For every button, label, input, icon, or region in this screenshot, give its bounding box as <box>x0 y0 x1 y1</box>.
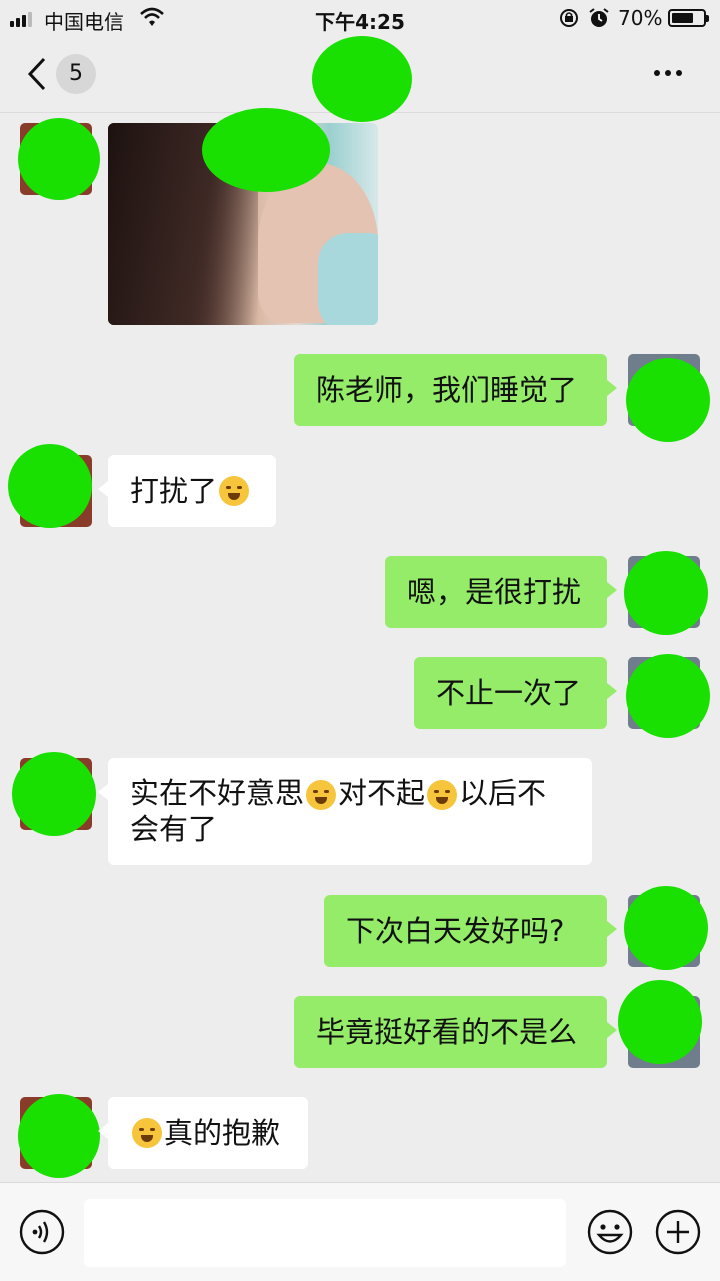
battery-percent: 70% <box>618 6 663 30</box>
message-input[interactable] <box>84 1199 566 1267</box>
voice-icon[interactable] <box>18 1208 66 1256</box>
message-bubble-outgoing[interactable]: 下次白天发好吗? <box>324 895 617 967</box>
chevron-left-icon[interactable] <box>26 56 48 92</box>
emoji-icon[interactable] <box>586 1208 634 1256</box>
battery-icon <box>668 9 709 27</box>
more-dots-icon[interactable] <box>654 70 682 76</box>
message-text: 嗯，是很打扰 <box>407 575 582 609</box>
unread-count-badge[interactable]: 5 <box>56 54 96 94</box>
input-bar <box>0 1182 720 1281</box>
avatar-redaction <box>626 358 710 442</box>
face-with-tears-of-joy-icon <box>219 476 250 506</box>
message-text: 陈老师，我们睡觉了 <box>316 373 578 407</box>
avatar-redaction <box>18 1094 100 1178</box>
status-bar: 中国电信 下午4:25 70% <box>0 0 720 36</box>
message-text: 下次白天发好吗? <box>346 914 565 948</box>
message-text: 毕竟挺好看的不是么 <box>316 1015 578 1049</box>
avatar-redaction <box>618 980 702 1064</box>
anxious-face-icon <box>306 780 337 810</box>
chat-title-redaction <box>312 36 412 122</box>
message-bubble-incoming[interactable]: 真的抱歉 <box>98 1097 308 1169</box>
battery-fill <box>672 13 693 23</box>
plus-icon[interactable] <box>654 1208 702 1256</box>
message-bubble-incoming[interactable]: 实在不好意思 对不起 以后不会有了 <box>98 758 592 865</box>
avatar-redaction <box>8 444 92 528</box>
avatar-redaction <box>626 654 710 738</box>
avatar-redaction <box>12 752 96 836</box>
message-bubble-outgoing[interactable]: 陈老师，我们睡觉了 <box>294 354 617 426</box>
message-text: 实在不好意思 <box>130 776 305 810</box>
message-bubble-outgoing[interactable]: 毕竟挺好看的不是么 <box>294 996 617 1068</box>
message-text: 不止一次了 <box>436 676 582 710</box>
message-bubble-outgoing[interactable]: 嗯，是很打扰 <box>385 556 617 628</box>
screaming-face-icon <box>427 780 458 810</box>
message-text: 会有了 <box>130 812 218 846</box>
message-text: 对不起 <box>338 776 426 810</box>
message-bubble-incoming[interactable]: 打扰了 <box>98 455 276 527</box>
alarm-icon <box>589 8 609 27</box>
message-text: 真的抱歉 <box>164 1116 281 1150</box>
message-bubble-outgoing[interactable]: 不止一次了 <box>414 657 617 729</box>
avatar-redaction <box>18 118 100 200</box>
chat-header: 5 <box>0 36 720 122</box>
status-time: 下午4:25 <box>315 10 405 34</box>
avatar-redaction <box>624 886 708 970</box>
rotation-lock-icon <box>560 9 578 27</box>
face-with-tears-of-joy-icon <box>132 1118 162 1148</box>
image-redaction <box>202 108 330 192</box>
message-text: 打扰了 <box>130 474 218 508</box>
message-text-block: 实在不好意思 对不起 以后不会有了 <box>130 775 570 847</box>
avatar-redaction <box>624 551 708 635</box>
message-text: 以后不 <box>459 776 547 810</box>
